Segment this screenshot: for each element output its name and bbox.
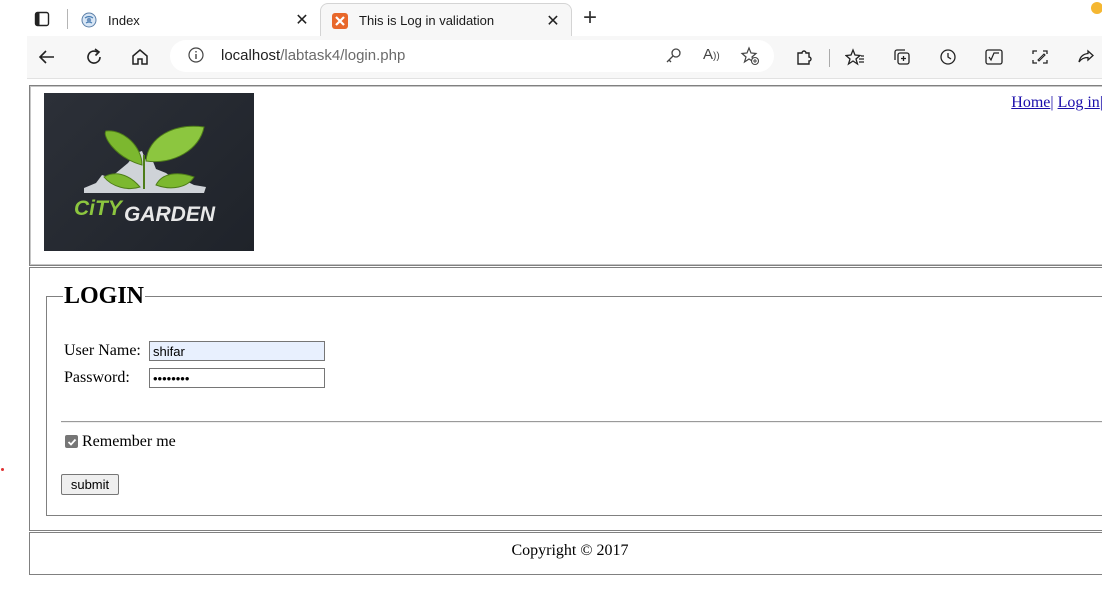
history-icon[interactable] — [935, 44, 961, 70]
page-footer: Copyright © 2017 — [29, 532, 1102, 575]
stray-dot — [1, 468, 4, 471]
url-text[interactable]: localhost/labtask4/login.php — [221, 47, 405, 64]
read-aloud-icon[interactable]: A)) — [703, 46, 720, 63]
collections-icon[interactable] — [889, 44, 915, 70]
url-path: /labtask4/login.php — [280, 47, 406, 64]
close-icon[interactable]: ✕ — [543, 11, 563, 31]
nav-home-link[interactable]: Home — [1011, 94, 1050, 111]
top-nav: Home| Log in| — [1011, 94, 1102, 112]
username-label: User Name: — [64, 342, 141, 359]
remember-me-label: Remember me — [82, 433, 176, 450]
web-page: CiTY GARDEN Home| Log in| LOGIN User Nam… — [29, 85, 1102, 575]
add-favorite-icon[interactable] — [740, 46, 760, 71]
globe-icon — [80, 11, 98, 29]
tab-actions-icon[interactable] — [30, 8, 54, 30]
key-icon[interactable] — [665, 47, 683, 70]
tab-login[interactable]: This is Log in validation ✕ — [320, 3, 572, 37]
url-host: localhost — [221, 47, 281, 64]
page-header: CiTY GARDEN Home| Log in| — [29, 85, 1102, 266]
remember-me-checkbox[interactable] — [65, 435, 78, 448]
login-section: LOGIN User Name: Password: Remember me s… — [29, 267, 1102, 531]
tab-index[interactable]: Index ✕ — [72, 4, 320, 36]
city-garden-logo: CiTY GARDEN — [44, 93, 254, 251]
toolbar-separator — [829, 49, 830, 67]
password-input[interactable] — [149, 368, 325, 388]
username-input[interactable] — [149, 341, 325, 361]
extensions-icon[interactable] — [791, 44, 817, 70]
profile-badge — [1091, 2, 1102, 14]
login-legend: LOGIN — [63, 283, 146, 310]
new-tab-icon[interactable]: + — [578, 4, 602, 31]
password-label: Password: — [64, 369, 130, 386]
nav-separator: | — [1050, 94, 1054, 111]
back-icon[interactable] — [34, 44, 60, 70]
login-fieldset: LOGIN User Name: Password: Remember me s… — [46, 283, 1102, 516]
logo-text-city: CiTY — [74, 197, 124, 220]
refresh-icon[interactable] — [81, 44, 107, 70]
share-icon[interactable] — [1073, 44, 1099, 70]
form-divider — [61, 421, 1102, 423]
site-info-icon[interactable] — [188, 47, 204, 68]
address-bar[interactable]: localhost/labtask4/login.php A)) — [170, 40, 774, 72]
submit-button[interactable]: submit — [61, 474, 119, 495]
tab-title: This is Log in validation — [359, 13, 495, 28]
nav-login-link[interactable]: Log in — [1058, 94, 1100, 111]
copyright-text: Copyright © 2017 — [511, 542, 629, 559]
tab-bar: Index ✕ This is Log in validation ✕ + — [0, 0, 1102, 37]
close-icon[interactable]: ✕ — [292, 10, 312, 30]
web-capture-icon[interactable] — [1027, 44, 1053, 70]
tab-title: Index — [108, 12, 140, 28]
favorites-icon[interactable] — [842, 44, 868, 70]
logo-text-garden: GARDEN — [124, 203, 216, 226]
tab-separator — [67, 9, 68, 29]
xampp-icon — [331, 12, 349, 30]
math-solver-icon[interactable] — [981, 44, 1007, 70]
home-icon[interactable] — [127, 44, 153, 70]
browser-toolbar: localhost/labtask4/login.php A)) — [27, 36, 1102, 79]
